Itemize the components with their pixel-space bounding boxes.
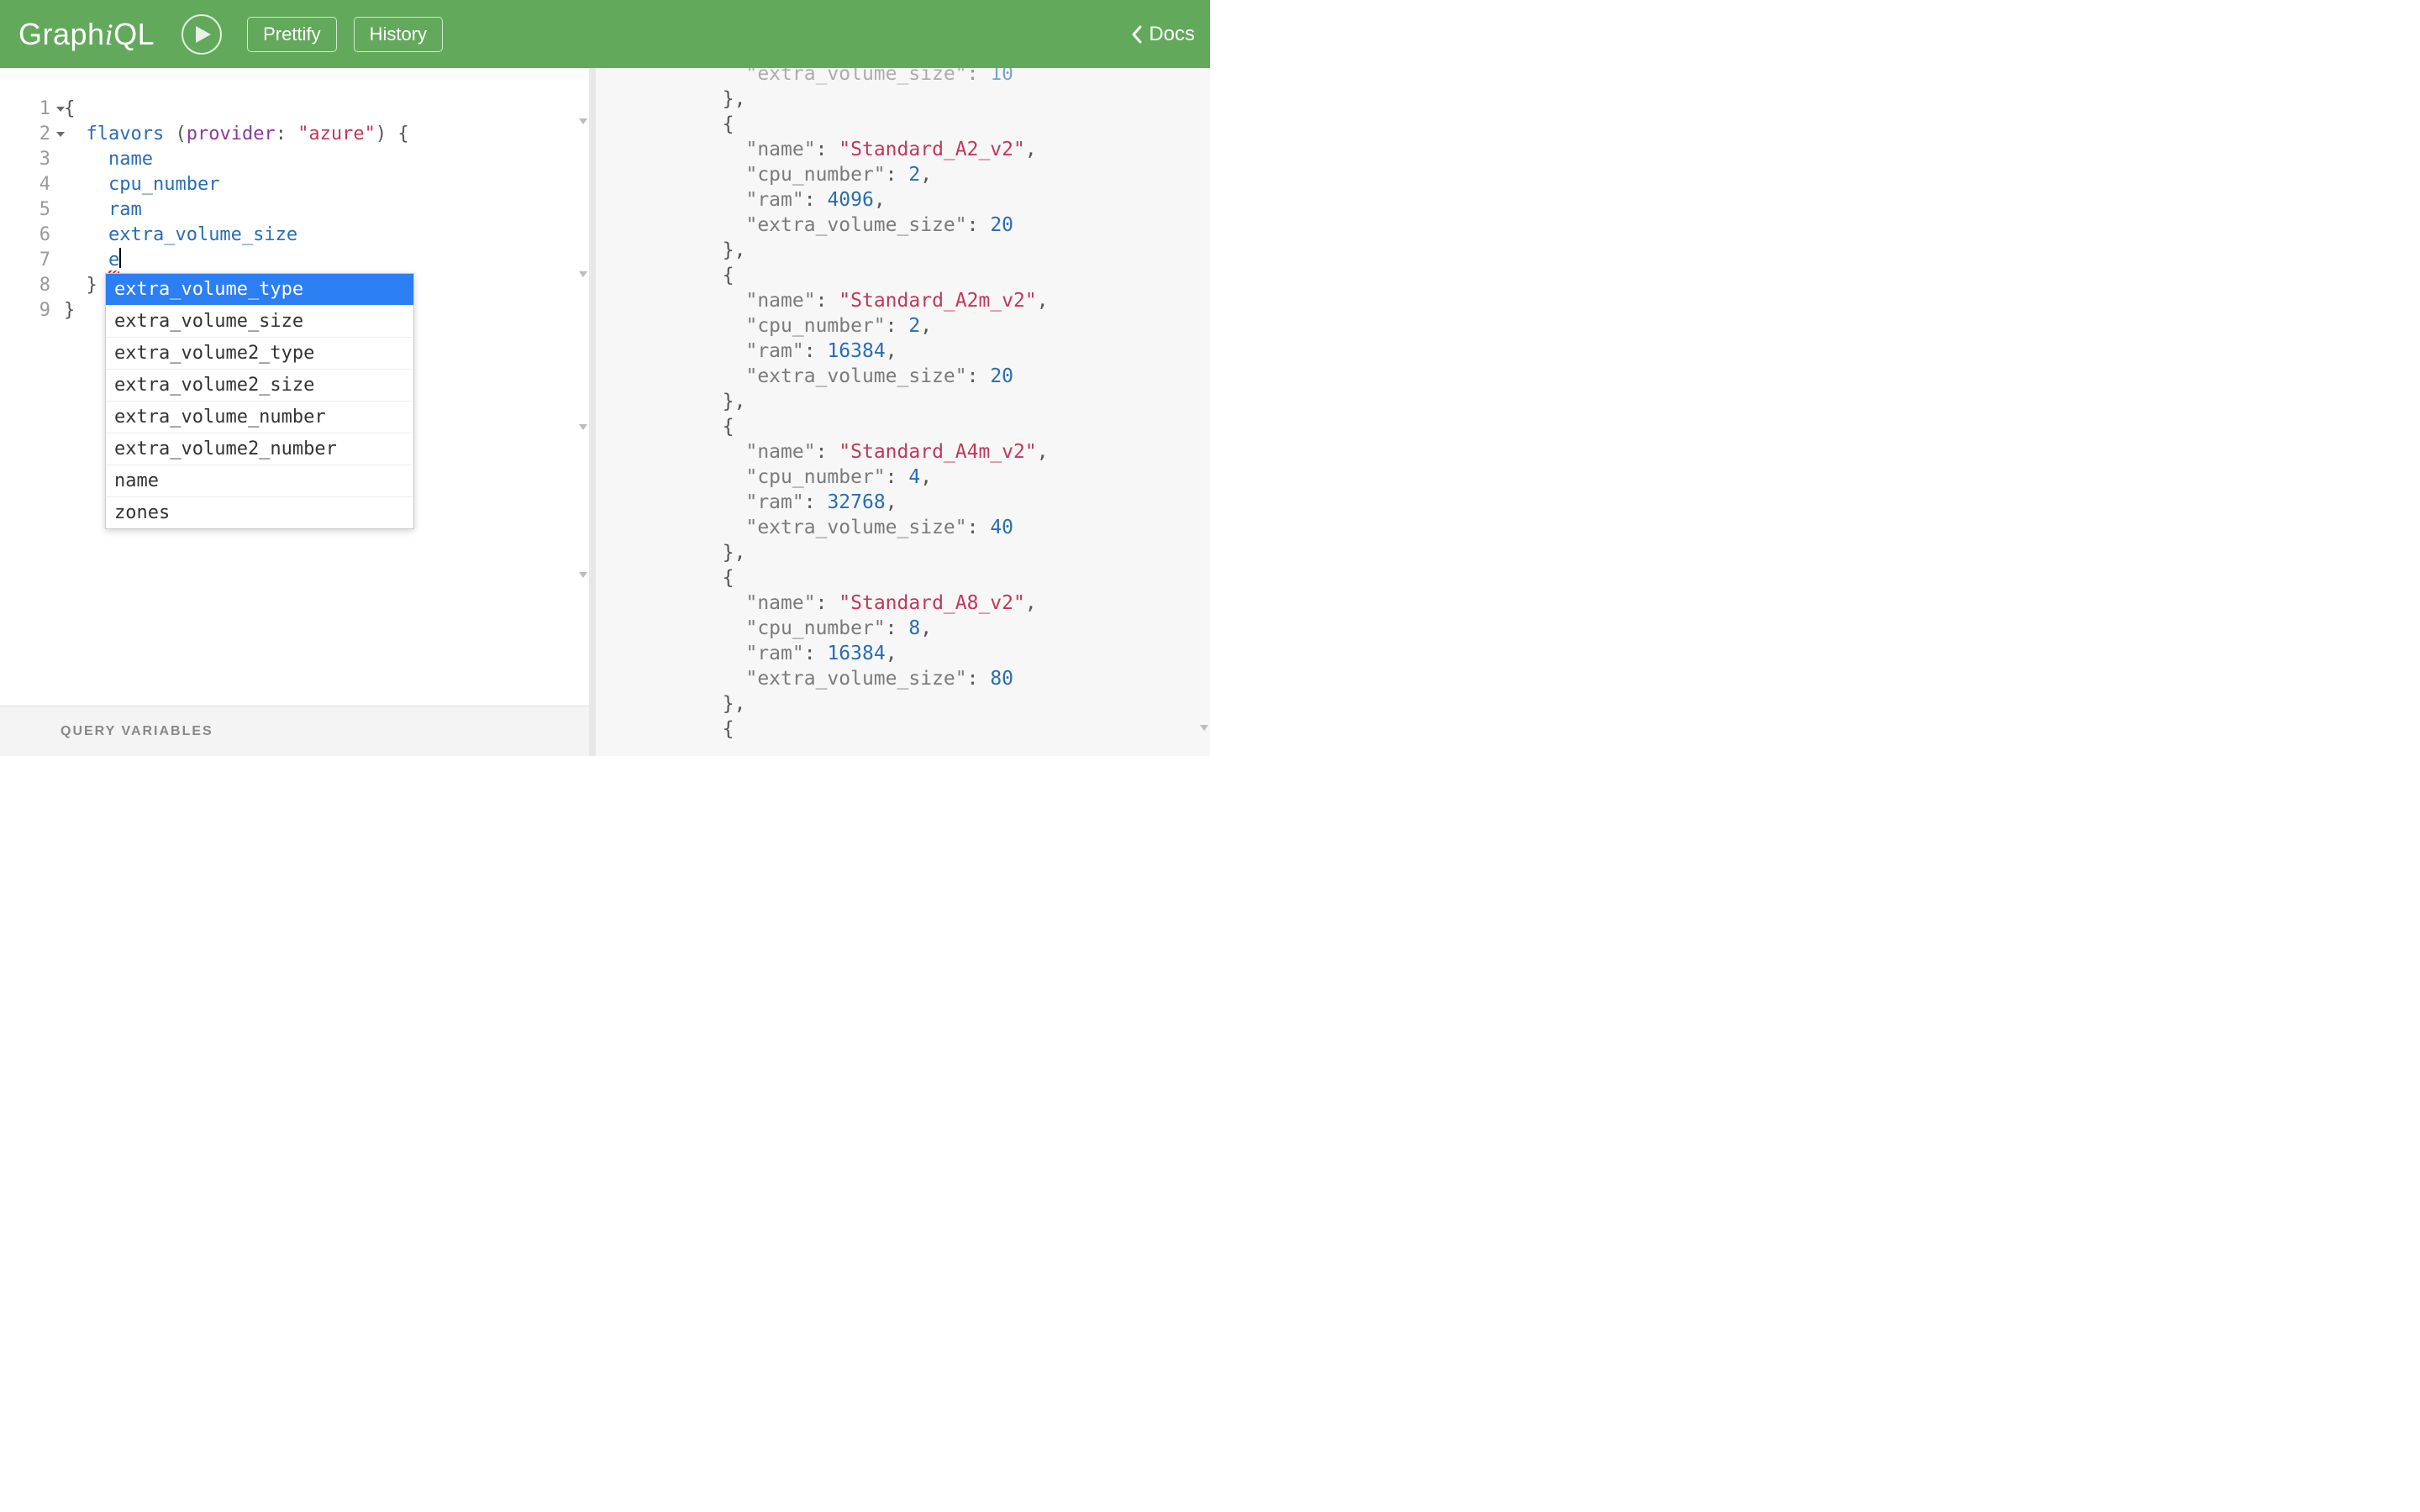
field-evs: extra_volume_size	[108, 224, 297, 245]
line-number: 2	[0, 122, 54, 147]
execute-button[interactable]	[182, 14, 222, 55]
autocomplete-item[interactable]: extra_volume2_type	[106, 338, 413, 370]
query-pane: 1 2 3 4 5 6 7 8 9 { flavors (provider: "…	[0, 68, 596, 756]
app-logo: GraphiQL	[18, 17, 155, 52]
brace-close: }	[64, 300, 75, 321]
brace-open: {	[397, 123, 408, 144]
line-number: 9	[0, 298, 54, 323]
fold-chevron-icon[interactable]	[579, 118, 587, 124]
line-number: 4	[0, 172, 54, 197]
logo-text-suffix: QL	[113, 17, 155, 52]
fold-chevron-icon[interactable]	[579, 424, 587, 430]
result-pane[interactable]: "extra_volume_size": 10 }, { "name": "St…	[596, 68, 1210, 756]
autocomplete-item[interactable]: extra_volume2_number	[106, 433, 413, 465]
field-cpu: cpu_number	[108, 174, 219, 195]
query-variables-label: QUERY VARIABLES	[60, 724, 213, 739]
brace-close: }	[87, 275, 97, 296]
paren-close: )	[376, 123, 387, 144]
autocomplete-item[interactable]: zones	[106, 497, 413, 528]
result-body: "extra_volume_size": 10 }, { "name": "St…	[596, 68, 1210, 742]
field-ram: ram	[108, 199, 142, 220]
fold-chevron-icon[interactable]	[579, 271, 587, 277]
autocomplete-item[interactable]: extra_volume2_size	[106, 370, 413, 402]
line-number: 8	[0, 273, 54, 298]
line-number: 7	[0, 248, 54, 273]
paren-open: (	[175, 123, 186, 144]
logo-text-italic: i	[105, 17, 114, 52]
autocomplete-item[interactable]: extra_volume_size	[106, 306, 413, 338]
line-number: 3	[0, 147, 54, 172]
fold-markers	[576, 68, 589, 706]
docs-button[interactable]: Docs	[1130, 23, 1195, 46]
history-button[interactable]: History	[354, 17, 443, 52]
docs-label: Docs	[1149, 23, 1195, 46]
fold-markers	[1197, 68, 1210, 756]
query-variables-header[interactable]: QUERY VARIABLES	[0, 706, 589, 756]
arg-provider: provider	[187, 123, 276, 144]
line-number: 1	[0, 97, 54, 122]
query-editor[interactable]: 1 2 3 4 5 6 7 8 9 { flavors (provider: "…	[0, 68, 589, 706]
brace-open: {	[64, 98, 75, 119]
topbar: GraphiQL Prettify History Docs	[0, 0, 1210, 68]
line-number: 6	[0, 223, 54, 248]
field-flavors: flavors	[87, 123, 165, 144]
line-number: 5	[0, 197, 54, 223]
fold-chevron-icon[interactable]	[579, 572, 587, 578]
chevron-left-icon	[1130, 24, 1144, 45]
main-split: 1 2 3 4 5 6 7 8 9 { flavors (provider: "…	[0, 68, 1210, 756]
text-cursor	[119, 248, 121, 268]
colon: :	[276, 123, 287, 144]
field-name: name	[108, 149, 153, 170]
autocomplete-item[interactable]: name	[106, 465, 413, 497]
line-gutter: 1 2 3 4 5 6 7 8 9	[0, 68, 54, 706]
autocomplete-popup[interactable]: extra_volume_type extra_volume_size extr…	[105, 273, 414, 529]
fold-chevron-icon[interactable]	[1200, 725, 1208, 731]
autocomplete-item[interactable]: extra_volume_number	[106, 402, 413, 433]
prettify-button[interactable]: Prettify	[247, 17, 336, 52]
typed-partial: e	[108, 249, 119, 270]
play-icon	[196, 26, 211, 43]
arg-value: "azure"	[297, 123, 376, 144]
autocomplete-item[interactable]: extra_volume_type	[106, 274, 413, 306]
logo-text-prefix: Graph	[18, 17, 105, 52]
